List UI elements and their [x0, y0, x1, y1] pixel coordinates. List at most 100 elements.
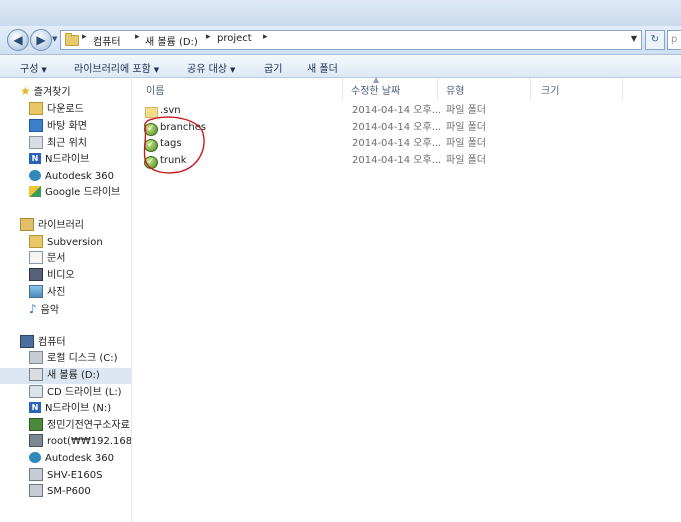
network-drive-icon [29, 433, 43, 447]
nav-item-shv-e160s[interactable]: SHV-E160S [29, 467, 103, 484]
hard-drive-icon [29, 350, 43, 364]
nav-item-google-drive[interactable]: Google 드라이브 [29, 185, 120, 201]
search-input[interactable]: p [667, 30, 681, 50]
chevron-right-icon[interactable]: ▸ [82, 32, 87, 42]
google-drive-icon [29, 185, 41, 197]
nav-item-ndrive-n[interactable]: N N드라이브 (N:) [29, 401, 111, 417]
nav-item-label: 음악 [40, 305, 60, 316]
nav-item-documents[interactable]: 문서 [29, 250, 65, 267]
nav-item-sm-p600[interactable]: SM-P600 [29, 483, 91, 500]
nav-item-label: 최근 위치 [47, 138, 87, 149]
breadcrumb-project[interactable]: project [217, 33, 252, 44]
portable-device-icon [29, 467, 43, 481]
share-with-menu[interactable]: 공유 대상 ▼ [187, 60, 235, 75]
desktop-icon [29, 118, 43, 132]
address-dropdown-icon[interactable]: ▼ [631, 34, 637, 43]
nav-item-label: N드라이브 [45, 154, 90, 165]
nav-item-label: SM-P600 [47, 486, 91, 497]
file-type: 파일 폴더 [446, 138, 486, 149]
folder-icon [65, 33, 79, 46]
breadcrumb-computer[interactable]: 컴퓨터 [93, 33, 121, 48]
nav-item-new-volume-d[interactable]: 새 볼륨 (D:) [0, 367, 131, 384]
refresh-button[interactable]: ↻ [645, 30, 665, 50]
breadcrumb-volume-d[interactable]: 새 볼륨 (D:) [145, 33, 198, 48]
nav-item-network-share[interactable]: 정민기전연구소자료 [29, 417, 130, 434]
include-in-library-menu[interactable]: 라이브러리에 포함 ▼ [74, 60, 159, 75]
column-divider[interactable] [342, 78, 343, 100]
portable-device-icon [29, 483, 43, 497]
chevron-down-icon: ▼ [153, 66, 160, 74]
cd-drive-icon [29, 384, 43, 398]
share-label: 공유 대상 [187, 64, 227, 75]
forward-button[interactable]: ▶ [30, 29, 52, 51]
file-type: 파일 폴더 [446, 122, 486, 133]
nav-item-label: 로컬 디스크 (C:) [47, 353, 118, 364]
nav-computer-header[interactable]: 컴퓨터 [20, 334, 66, 351]
nav-item-autodesk360-drive[interactable]: Autodesk 360 [29, 451, 114, 467]
computer-icon [20, 334, 34, 348]
file-list: ▲ 이름 수정한 날짜 유형 크기 .svn 2014-04-14 오후... … [132, 75, 681, 522]
file-date: 2014-04-14 오후... [352, 155, 442, 166]
nav-item-subversion[interactable]: Subversion [29, 234, 103, 251]
documents-icon [29, 250, 43, 264]
nav-item-label: 비디오 [47, 270, 75, 281]
file-row-branches[interactable]: branches 2014-04-14 오후... 파일 폴더 [142, 120, 672, 137]
library-icon [20, 217, 34, 231]
nav-item-root-share[interactable]: root(₩₩192.168.0.1 [29, 433, 132, 450]
nav-item-label: N드라이브 (N:) [45, 403, 112, 414]
ndrive-icon: N [29, 401, 41, 413]
file-type: 파일 폴더 [446, 105, 486, 116]
nav-item-pictures[interactable]: 사진 [29, 284, 65, 301]
ndrive-icon: N [29, 152, 41, 164]
burn-button[interactable]: 굽기 [264, 60, 282, 75]
column-divider[interactable] [437, 78, 438, 100]
nav-item-autodesk360[interactable]: Autodesk 360 [29, 169, 114, 185]
nav-item-downloads[interactable]: 다운로드 [29, 101, 84, 118]
nav-item-desktop[interactable]: 바탕 화면 [29, 118, 87, 135]
column-divider[interactable] [530, 78, 531, 100]
column-divider[interactable] [622, 78, 623, 100]
nav-item-videos[interactable]: 비디오 [29, 267, 75, 284]
column-header-size[interactable]: 크기 [541, 82, 559, 97]
recent-pages-dropdown-icon[interactable]: ▼ [52, 35, 57, 43]
pictures-icon [29, 284, 43, 298]
file-row-trunk[interactable]: trunk 2014-04-14 오후... 파일 폴더 [142, 153, 672, 170]
nav-item-local-disk-c[interactable]: 로컬 디스크 (C:) [29, 350, 118, 367]
favorites-header-label: 즐겨찾기 [33, 87, 71, 98]
include-library-label: 라이브러리에 포함 [74, 64, 151, 75]
address-box[interactable]: ▸ 컴퓨터 ▸ 새 볼륨 (D:) ▸ project ▸ ▼ [60, 30, 642, 50]
column-header-type[interactable]: 유형 [446, 82, 464, 97]
nav-favorites-header[interactable]: ★ 즐겨찾기 [20, 83, 71, 99]
nav-item-label: 정민기전연구소자료 [47, 420, 130, 431]
nav-item-recent-places[interactable]: 최근 위치 [29, 135, 87, 152]
file-type: 파일 폴더 [446, 155, 486, 166]
column-header-name[interactable]: 이름 [146, 82, 164, 97]
new-folder-button[interactable]: 새 폴더 [307, 60, 338, 75]
navigation-pane: ★ 즐겨찾기 다운로드 바탕 화면 최근 위치 N N드라이브 Autodesk 3… [0, 78, 132, 522]
chevron-right-icon[interactable]: ▸ [263, 32, 268, 42]
nav-item-label: root(₩₩192.168.0.1 [47, 436, 132, 447]
nav-item-ndrive[interactable]: N N드라이브 [29, 152, 89, 168]
nav-libraries-header[interactable]: 라이브러리 [20, 217, 84, 234]
video-icon [29, 267, 43, 281]
organize-menu[interactable]: 구성 ▼ [20, 60, 47, 75]
file-row-svn[interactable]: .svn 2014-04-14 오후... 파일 폴더 [142, 103, 672, 119]
libraries-header-label: 라이브러리 [38, 220, 84, 231]
nav-item-cd-drive[interactable]: CD 드라이브 (L:) [29, 384, 122, 401]
downloads-folder-icon [29, 101, 43, 115]
nav-item-label: Google 드라이브 [45, 187, 121, 198]
organize-label: 구성 [20, 64, 39, 75]
file-row-tags[interactable]: tags 2014-04-14 오후... 파일 폴더 [142, 136, 672, 153]
nav-item-label: SHV-E160S [47, 470, 103, 481]
column-header-modified[interactable]: 수정한 날짜 [351, 82, 400, 97]
chevron-right-icon[interactable]: ▸ [135, 32, 140, 42]
nav-item-label: Autodesk 360 [45, 171, 114, 182]
nav-item-label: CD 드라이브 (L:) [47, 387, 122, 398]
autodesk-cloud-icon [29, 451, 41, 463]
nav-item-music[interactable]: ♪ 음악 [29, 301, 59, 317]
back-button[interactable]: ◀ [7, 29, 29, 51]
nav-item-label: 바탕 화면 [47, 121, 87, 132]
file-date: 2014-04-14 오후... [352, 105, 442, 116]
folder-icon [29, 234, 43, 248]
chevron-right-icon[interactable]: ▸ [206, 32, 211, 42]
